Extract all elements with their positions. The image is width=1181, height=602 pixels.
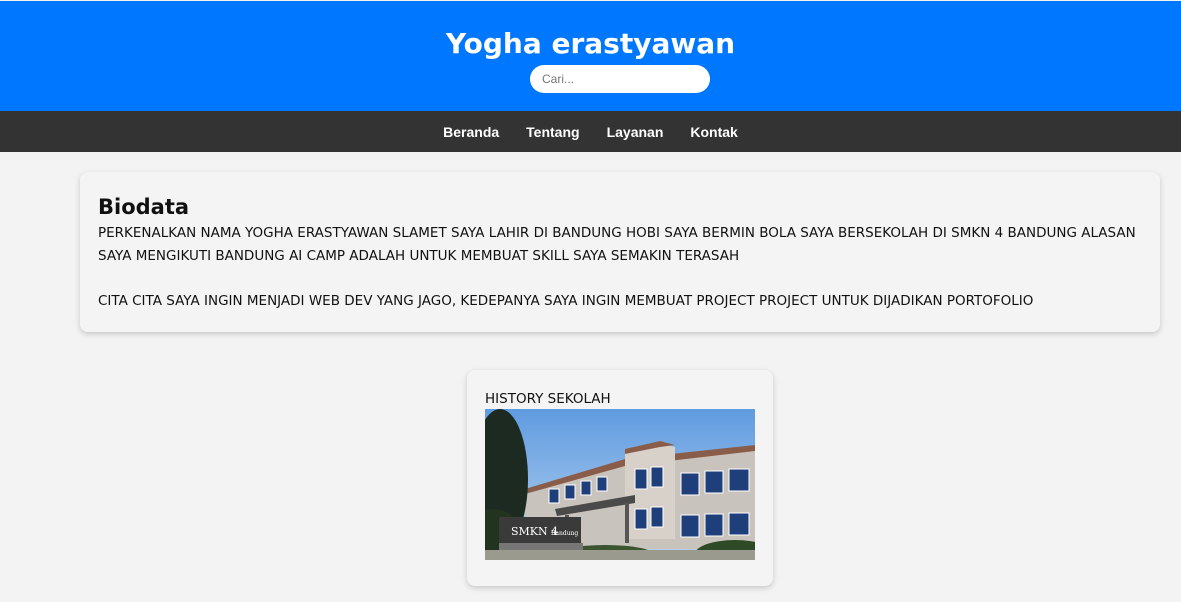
history-card: HISTORY SEKOLAH SMKN 4 Bandung	[467, 370, 773, 586]
history-label: HISTORY SEKOLAH	[485, 391, 611, 407]
search-input[interactable]	[530, 65, 710, 93]
site-header: Yogha erastyawan	[0, 1, 1181, 111]
school-photo: SMKN 4 Bandung	[485, 409, 755, 560]
nav-item-tentang[interactable]: Tentang	[513, 124, 593, 140]
biodata-paragraph-goals: CITA CITA SAYA INGIN MENJADI WEB DEV YAN…	[98, 293, 1034, 309]
nav-item-layanan[interactable]: Layanan	[593, 124, 677, 140]
main-nav: Beranda Tentang Layanan Kontak	[0, 111, 1181, 152]
biodata-paragraph-intro: PERKENALKAN NAMA YOGHA ERASTYAWAN SLAMET…	[98, 225, 1136, 264]
nav-item-beranda[interactable]: Beranda	[430, 124, 513, 140]
sign-subtext: Bandung	[551, 530, 578, 537]
biodata-card: Biodata PERKENALKAN NAMA YOGHA ERASTYAWA…	[80, 172, 1160, 332]
site-title: Yogha erastyawan	[445, 27, 736, 60]
nav-item-kontak[interactable]: Kontak	[677, 124, 751, 140]
biodata-heading: Biodata	[98, 195, 190, 219]
